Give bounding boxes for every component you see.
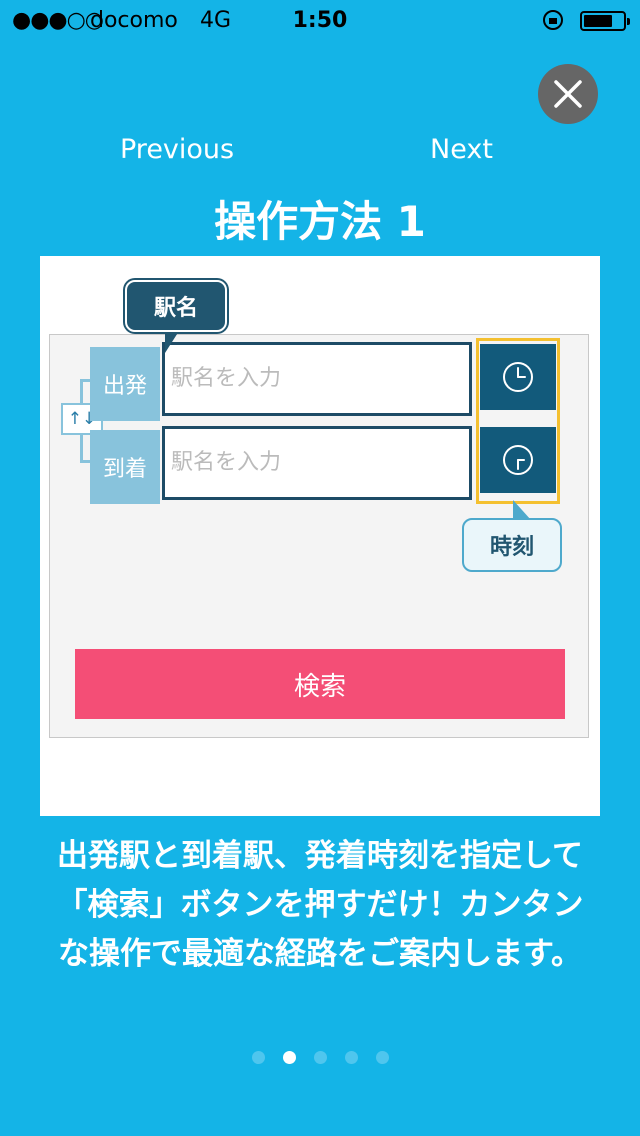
arrival-time-button (480, 427, 556, 493)
arrival-input: 駅名を入力 (162, 426, 472, 500)
departure-time-button (480, 344, 556, 410)
time-callout: 時刻 (462, 518, 562, 572)
page-dot[interactable] (375, 1051, 389, 1064)
close-icon (554, 80, 582, 108)
departure-input: 駅名を入力 (162, 342, 472, 416)
page-dot[interactable] (344, 1051, 358, 1064)
rotation-lock-icon (543, 10, 563, 30)
station-callout: 駅名 (125, 280, 227, 332)
clock-icon (503, 362, 533, 392)
station-callout-tail (165, 331, 179, 353)
close-button[interactable] (538, 64, 598, 124)
departure-label: 出発 (90, 347, 160, 421)
tutorial-illustration: ↑↓ 出発 駅名を入力 到着 駅名を入力 検索 駅名 時刻 (40, 256, 600, 816)
tutorial-description: 出発駅と到着駅、発着時刻を指定して「検索」ボタンを押すだけ！カンタンな操作で最適… (56, 838, 584, 972)
status-bar: ●●●○○ docomo 4G 1:50 (0, 0, 640, 40)
next-button[interactable]: Next (430, 134, 493, 165)
previous-button[interactable]: Previous (120, 134, 234, 165)
page-indicator (0, 1051, 640, 1064)
page-dot[interactable] (251, 1051, 265, 1064)
clock-icon (503, 445, 533, 475)
page-dot[interactable] (313, 1051, 327, 1064)
search-button: 検索 (75, 649, 565, 719)
arrival-label: 到着 (90, 430, 160, 504)
page-title: 操作方法 1 (214, 197, 426, 246)
time-callout-tail (513, 500, 531, 520)
page-dot-active[interactable] (282, 1051, 296, 1064)
battery-icon (580, 11, 630, 31)
